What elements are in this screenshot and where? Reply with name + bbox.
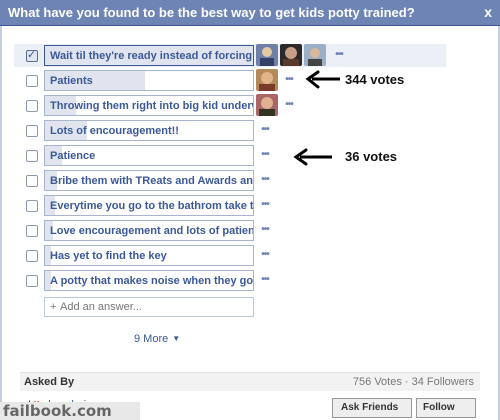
voter-avatar[interactable] [304, 44, 326, 66]
poll-option: Throwing them right into big kid underw [14, 94, 474, 119]
arrow-annotation-icon [293, 148, 332, 166]
option-bar[interactable]: A potty that makes noise when they go [44, 270, 254, 291]
follow-label: Follow [423, 402, 455, 413]
option-label: Has yet to find the key [50, 250, 167, 262]
more-voters-icon[interactable] [256, 149, 274, 163]
more-voters-icon[interactable] [280, 99, 298, 113]
option-label: A potty that makes noise when they go [50, 275, 254, 287]
option-label: Everytime you go to the bathrom take t [50, 200, 254, 212]
more-options-link[interactable]: 9 More ▼ [134, 333, 180, 345]
poll-option: Patience [14, 144, 474, 169]
option-checkbox[interactable] [26, 75, 38, 87]
option-bar[interactable]: Bribe them with TReats and Awards and [44, 170, 254, 191]
option-bar[interactable]: Throwing them right into big kid underw [44, 95, 254, 116]
more-voters-icon[interactable] [256, 124, 274, 138]
poll-option: Lots of encouragement!! [14, 119, 474, 144]
option-checkbox[interactable] [26, 48, 38, 62]
option-checkbox[interactable] [26, 225, 38, 237]
ask-friends-label: Ask Friends [341, 402, 399, 413]
more-voters-icon[interactable] [330, 49, 348, 63]
option-checkbox[interactable] [26, 275, 38, 287]
poll-option: Everytime you go to the bathrom take t [14, 194, 474, 219]
option-bar[interactable]: Love encouragement and lots of patienc [44, 220, 254, 241]
option-label: Throwing them right into big kid underw [50, 100, 254, 112]
poll-options: Wait til they're ready instead of forcin… [14, 44, 474, 294]
plus-icon: + [50, 301, 57, 313]
poll-option: Wait til they're ready instead of forcin… [14, 44, 474, 69]
ask-friends-button[interactable]: Ask Friends [332, 398, 412, 418]
question-title: What have you found to be the best way t… [8, 5, 415, 20]
more-voters-icon[interactable] [280, 74, 298, 88]
option-label: Love encouragement and lots of patienc [50, 225, 254, 237]
more-voters-icon[interactable] [256, 174, 274, 188]
option-checkbox[interactable] [26, 175, 38, 187]
voter-avatar[interactable] [280, 44, 302, 66]
votes-annotation: 344 votes [345, 72, 405, 87]
option-label: Patients [50, 75, 93, 87]
option-label: Bribe them with TReats and Awards and [50, 175, 254, 187]
option-checkbox[interactable] [26, 250, 38, 262]
more-voters-icon[interactable] [256, 249, 274, 263]
more-voters-icon[interactable] [256, 224, 274, 238]
option-bar[interactable]: Patients [44, 70, 254, 91]
votes-annotation: 36 votes [345, 149, 398, 164]
watermark: failbook.com [0, 402, 140, 420]
option-label: Patience [50, 150, 96, 162]
more-options-label: 9 More [134, 333, 169, 345]
arrow-annotation-icon [305, 70, 340, 89]
close-icon[interactable]: x [484, 4, 492, 20]
add-answer-placeholder: Add an answer... [60, 301, 142, 313]
option-bar[interactable]: Has yet to find the key [44, 245, 254, 266]
voter-avatar[interactable] [256, 94, 278, 116]
option-bar[interactable]: Everytime you go to the bathrom take t [44, 195, 254, 216]
poll-option: Patients [14, 69, 474, 94]
option-bar[interactable]: Lots of encouragement!! [44, 120, 254, 141]
poll-stats: 756 Votes · 34 Followers [352, 376, 474, 388]
asked-by-label: Asked By [24, 376, 75, 388]
poll-option: A potty that makes noise when they go [14, 269, 474, 294]
poll-option: Love encouragement and lots of patienc [14, 219, 474, 244]
more-voters-icon[interactable] [256, 199, 274, 213]
add-answer-input[interactable]: + Add an answer... [44, 297, 254, 317]
poll-option: Has yet to find the key [14, 244, 474, 269]
voter-avatar[interactable] [256, 69, 278, 91]
more-voters-icon[interactable] [256, 274, 274, 288]
option-bar[interactable]: Wait til they're ready instead of forcin… [44, 45, 254, 66]
voter-avatar[interactable] [256, 44, 278, 66]
option-bar[interactable]: Patience [44, 145, 254, 166]
option-checkbox[interactable] [26, 125, 38, 137]
chevron-down-icon: ▼ [172, 334, 181, 343]
follow-button[interactable]: Follow [416, 398, 476, 418]
option-checkbox[interactable] [26, 100, 38, 112]
asked-by-bar: Asked By 756 Votes · 34 Followers [20, 372, 480, 391]
watermark-text: failbook.com [3, 402, 112, 420]
option-label: Wait til they're ready instead of forcin… [50, 50, 254, 62]
option-checkbox[interactable] [26, 150, 38, 162]
option-checkbox[interactable] [26, 200, 38, 212]
poll-option: Bribe them with TReats and Awards and [14, 169, 474, 194]
option-label: Lots of encouragement!! [50, 125, 179, 137]
dialog-title-bar: What have you found to be the best way t… [0, 0, 500, 26]
